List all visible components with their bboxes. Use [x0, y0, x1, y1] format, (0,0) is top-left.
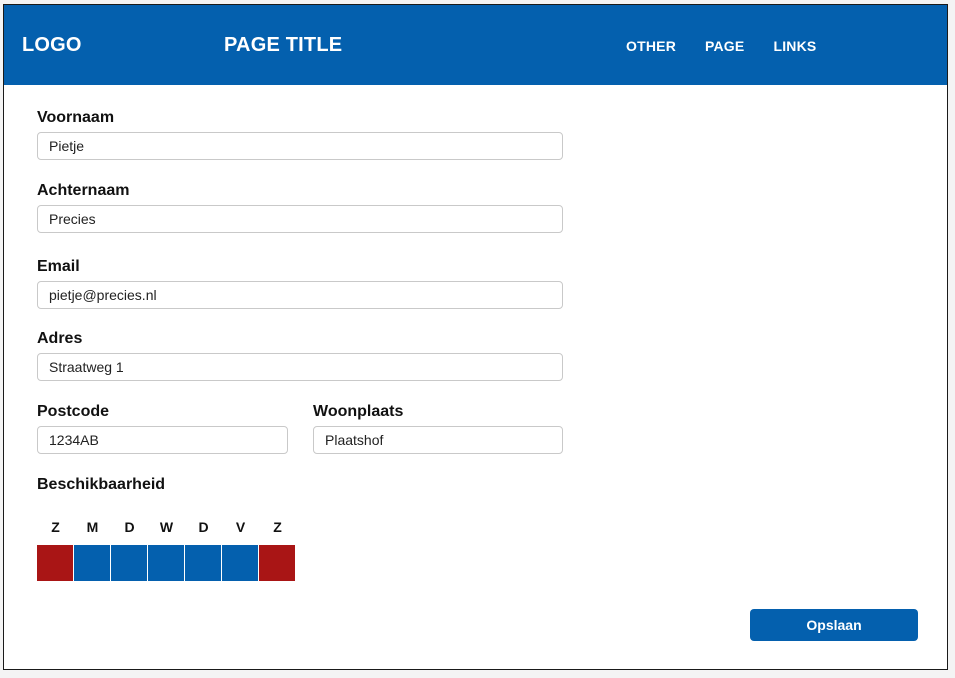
adres-label: Adres	[37, 330, 83, 347]
nav-link-other[interactable]: OTHER	[626, 38, 676, 54]
postcode-input[interactable]	[37, 426, 288, 454]
app-frame: LOGO PAGE TITLE OTHER PAGE LINKS Voornaa…	[3, 4, 948, 670]
day-letters: Z M D W D V Z	[37, 519, 296, 535]
day-letter-wednesday: W	[159, 519, 174, 535]
day-toggle-thursday[interactable]	[185, 545, 221, 581]
logo[interactable]: LOGO	[22, 34, 82, 57]
day-toggle-monday[interactable]	[74, 545, 110, 581]
nav-link-page[interactable]: PAGE	[705, 38, 744, 54]
email-label: Email	[37, 258, 80, 275]
voornaam-label: Voornaam	[37, 109, 115, 126]
day-toggle-saturday[interactable]	[259, 545, 295, 581]
adres-input[interactable]	[37, 353, 563, 381]
day-toggle-tuesday[interactable]	[111, 545, 147, 581]
achternaam-label: Achternaam	[37, 182, 130, 199]
nav-link-links[interactable]: LINKS	[773, 38, 816, 54]
postcode-label: Postcode	[37, 403, 110, 420]
voornaam-input[interactable]	[37, 132, 563, 160]
save-button[interactable]: Opslaan	[750, 609, 918, 641]
availability-label: Beschikbaarheid	[37, 476, 166, 493]
header-bar: LOGO PAGE TITLE OTHER PAGE LINKS	[4, 5, 947, 85]
woonplaats-label: Woonplaats	[313, 403, 404, 420]
day-letter-friday: V	[235, 519, 246, 535]
day-letter-sunday: Z	[51, 519, 60, 535]
achternaam-input[interactable]	[37, 205, 563, 233]
day-toggle-wednesday[interactable]	[148, 545, 184, 581]
woonplaats-input[interactable]	[313, 426, 563, 454]
email-input[interactable]	[37, 281, 563, 309]
day-toggle-friday[interactable]	[222, 545, 258, 581]
nav-links: OTHER PAGE LINKS	[626, 38, 845, 54]
day-letter-thursday: D	[198, 519, 209, 535]
day-letter-monday: M	[86, 519, 99, 535]
page-title: PAGE TITLE	[224, 34, 343, 56]
day-letter-saturday: Z	[273, 519, 282, 535]
availability-toggles	[37, 545, 296, 581]
day-letter-tuesday: D	[124, 519, 135, 535]
day-toggle-sunday[interactable]	[37, 545, 73, 581]
